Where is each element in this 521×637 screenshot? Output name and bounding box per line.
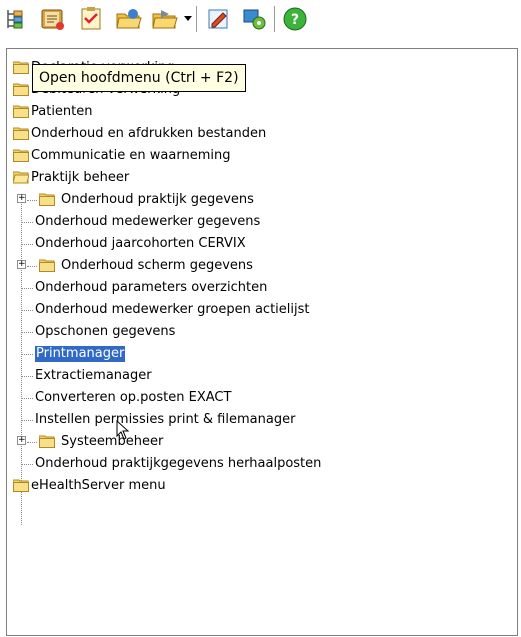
tree-connector-line — [21, 244, 33, 245]
tree-item[interactable]: + Onderhoud scherm gegevens — [7, 255, 517, 277]
mouse-cursor-icon — [116, 419, 130, 444]
tree-connector-line — [21, 376, 33, 377]
folder-icon — [12, 148, 29, 162]
tree-item-label-selected: Printmanager — [35, 346, 126, 362]
tree-item[interactable]: + Onderhoud praktijk gegevens — [7, 189, 517, 211]
tree-item-label: eHealthServer menu — [31, 478, 166, 493]
help-icon[interactable]: ? — [280, 4, 310, 34]
tree-item[interactable]: Extractiemanager — [7, 365, 517, 387]
tree-item-label: Onderhoud parameters overzichten — [35, 280, 268, 295]
tree-item-label: Onderhoud en afdrukken bestanden — [31, 126, 267, 141]
folder-icon — [12, 478, 29, 492]
dropdown-arrow-icon[interactable] — [184, 16, 192, 21]
open-folder-icon[interactable] — [114, 4, 144, 34]
tree-connector-line — [21, 420, 33, 421]
tree-item[interactable]: Onderhoud praktijkgegevens herhaalposten — [7, 453, 517, 475]
settings-gear-icon[interactable] — [240, 4, 270, 34]
tree-connector-line — [21, 288, 33, 289]
tree-item[interactable]: eHealthServer menu — [7, 475, 517, 497]
tree-item[interactable]: Communicatie en waarneming — [7, 145, 517, 167]
tree-connector-line — [21, 222, 33, 223]
tree-item[interactable]: Converteren op.posten EXACT — [7, 387, 517, 409]
expand-toggle-icon[interactable]: + — [17, 436, 26, 445]
tree-item-label: Instellen permissies print & filemanager — [35, 412, 296, 427]
tooltip: Open hoofdmenu (Ctrl + F2) — [32, 64, 246, 92]
tree-item-label: Onderhoud medewerker gegevens — [35, 214, 261, 229]
tree-item[interactable]: Praktijk beheer — [7, 167, 517, 189]
expand-toggle-icon[interactable]: + — [17, 194, 26, 203]
tree-item[interactable]: Onderhoud medewerker gegevens — [7, 211, 517, 233]
tree-item[interactable]: + Systeembeheer — [7, 431, 517, 453]
tree-connector-line — [27, 442, 37, 443]
tree-connector-line — [27, 200, 37, 201]
tree-item-label: Onderhoud praktijkgegevens herhaalposten — [35, 456, 322, 471]
help-glyph: ? — [291, 12, 299, 28]
tree-item[interactable]: Opschonen gegevens — [7, 321, 517, 343]
tree-item-label: Communicatie en waarneming — [31, 148, 231, 163]
folder-icon — [12, 60, 29, 74]
tree-item-label: Onderhoud scherm gegevens — [61, 258, 253, 273]
tree-item-label: Systeembeheer — [61, 434, 164, 449]
folder-icon — [12, 126, 29, 140]
folder-icon — [38, 192, 55, 206]
tree-item-label: Converteren op.posten EXACT — [35, 390, 232, 405]
open-folder-dropdown-icon[interactable] — [150, 4, 180, 34]
folder-icon — [12, 82, 29, 96]
tree-item[interactable]: Printmanager — [7, 343, 517, 365]
tree-item-label: Onderhoud praktijk gegevens — [61, 192, 254, 207]
tree-connector-line — [21, 398, 33, 399]
tree-item-label: Patienten — [31, 104, 93, 119]
tree-item-label: Onderhoud jaarcohorten CERVIX — [35, 236, 246, 251]
tooltip-text: Open hoofdmenu (Ctrl + F2) — [39, 70, 239, 86]
checklist-icon[interactable] — [76, 4, 106, 34]
tree-connector-line — [21, 464, 33, 465]
menu-tree[interactable]: Declaratie verwerkingDebiteuren verwerki… — [6, 48, 518, 636]
open-folder-icon — [12, 170, 30, 184]
tree-item-label: Extractiemanager — [35, 368, 152, 383]
folder-icon — [38, 434, 55, 448]
tree-item-label: Opschonen gegevens — [35, 324, 176, 339]
tree-item-label: Praktijk beheer — [31, 170, 130, 185]
main-menu-tree-icon[interactable] — [2, 4, 32, 34]
tree-connector-line — [21, 332, 33, 333]
tree-item[interactable]: Onderhoud jaarcohorten CERVIX — [7, 233, 517, 255]
tree-connector-line — [21, 354, 33, 355]
tree-item[interactable]: Instellen permissies print & filemanager — [7, 409, 517, 431]
folder-icon — [38, 258, 55, 272]
tree-item[interactable]: Onderhoud medewerker groepen actielijst — [7, 299, 517, 321]
tree-item[interactable]: Patienten — [7, 101, 517, 123]
folder-icon — [12, 104, 29, 118]
edit-pencil-icon[interactable] — [204, 4, 234, 34]
tree-item[interactable]: Onderhoud parameters overzichten — [7, 277, 517, 299]
tree-connector-line — [27, 266, 37, 267]
expand-toggle-icon[interactable]: + — [17, 260, 26, 269]
tree-connector-line — [21, 310, 33, 311]
toolbar-separator — [274, 6, 276, 32]
book-icon[interactable] — [38, 4, 68, 34]
tree-item[interactable]: Onderhoud en afdrukken bestanden — [7, 123, 517, 145]
tree-item-label: Onderhoud medewerker groepen actielijst — [35, 302, 310, 317]
toolbar-separator — [196, 6, 198, 32]
